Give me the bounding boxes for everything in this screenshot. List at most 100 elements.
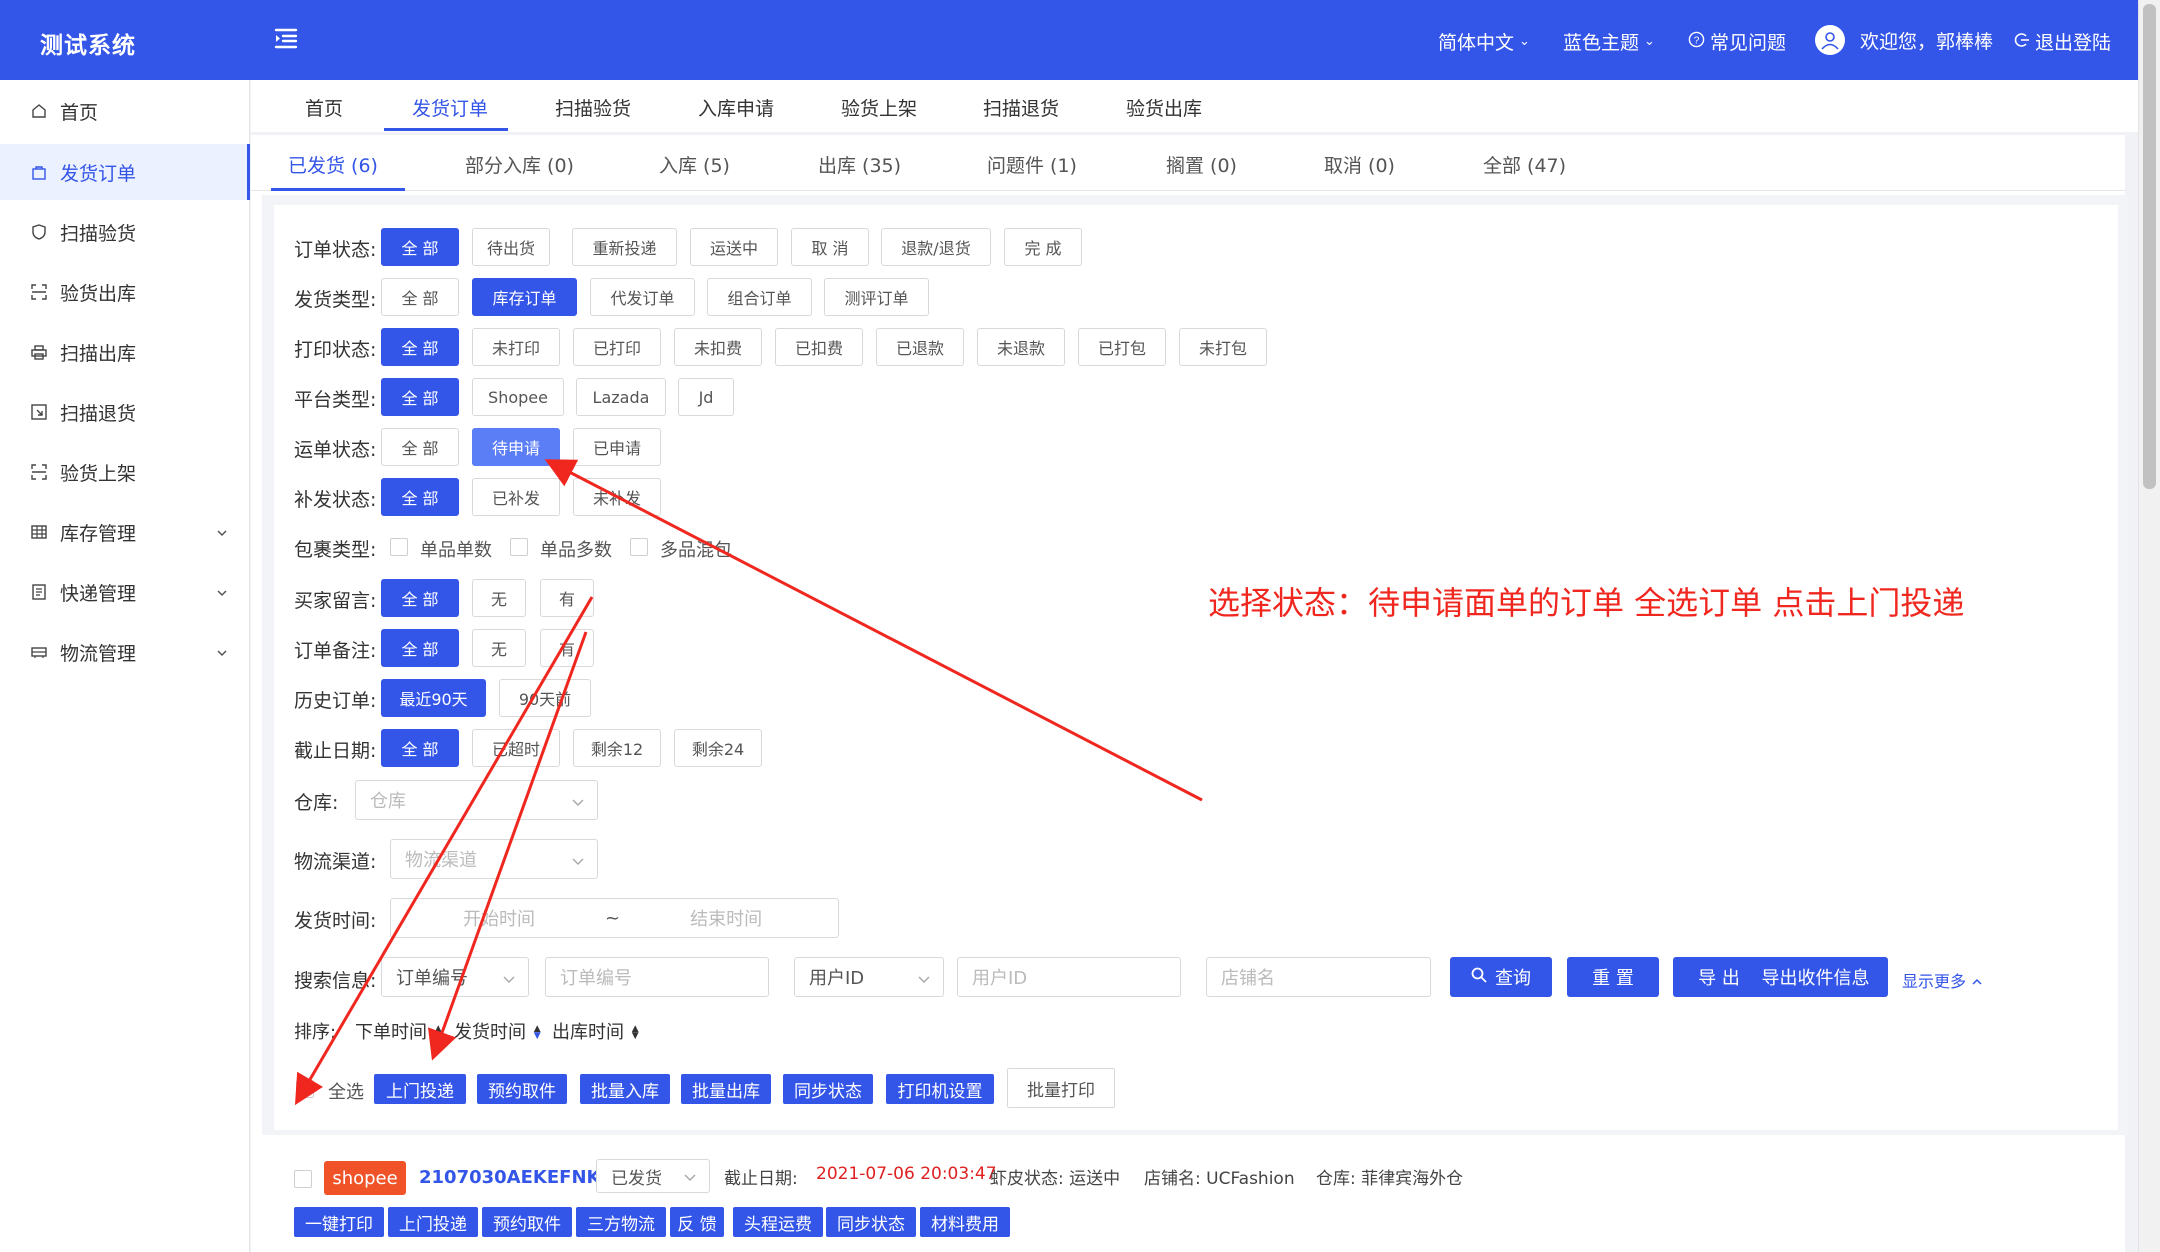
tab-cancelled[interactable]: 取消 (0) [1324, 151, 1395, 178]
print-status-unpacked[interactable]: 未打包 [1179, 328, 1267, 366]
tab-scan-return[interactable]: 扫描退货 [983, 94, 1059, 121]
theme-switcher[interactable]: 蓝色主题 ⌄ [1563, 28, 1655, 55]
order-status-complete[interactable]: 完 成 [1004, 228, 1082, 266]
order-number-link[interactable]: 2107030AEKEFNK [419, 1167, 600, 1188]
order-status-redeliver[interactable]: 重新投递 [572, 228, 677, 266]
tab-outbound[interactable]: 出库 (35) [818, 151, 901, 178]
reset-button[interactable]: 重 置 [1567, 957, 1659, 997]
order-status-cancel[interactable]: 取 消 [791, 228, 869, 266]
tab-shipping-orders[interactable]: 发货订单 [412, 94, 488, 121]
sidebar-item-home[interactable]: 首页 [0, 83, 250, 139]
user-id-input[interactable]: 用户ID [957, 957, 1181, 997]
tab-scan-inspect[interactable]: 扫描验货 [555, 94, 631, 121]
deadline-remaining-24[interactable]: 剩余24 [674, 729, 762, 767]
batch-inbound-button[interactable]: 批量入库 [580, 1074, 670, 1104]
tab-inspect-outbound[interactable]: 验货出库 [1126, 94, 1202, 121]
batch-schedule-pickup-button[interactable]: 预约取件 [477, 1074, 567, 1104]
faq-link[interactable]: ? 常见问题 [1688, 28, 1786, 55]
order-first-leg-freight-button[interactable]: 头程运费 [733, 1207, 823, 1237]
tab-inspect-shelve[interactable]: 验货上架 [841, 94, 917, 121]
package-single-multi-checkbox[interactable] [510, 538, 528, 556]
export-recipient-button[interactable]: 导出收件信息 [1743, 957, 1888, 997]
tab-partial-inbound[interactable]: 部分入库 (0) [465, 151, 574, 178]
sidebar-item-express[interactable]: 快递管理 [0, 564, 250, 620]
batch-print-button[interactable]: 批量打印 [1007, 1068, 1115, 1108]
batch-outbound-button[interactable]: 批量出库 [681, 1074, 771, 1104]
sort-order-time[interactable]: 下单时间 ▲ ▼ [355, 1018, 442, 1044]
batch-door-delivery-button[interactable]: 上门投递 [374, 1074, 466, 1104]
ship-type-stock[interactable]: 库存订单 [472, 278, 577, 316]
sidebar-item-inventory[interactable]: 库存管理 [0, 504, 250, 560]
sidebar-item-inspect-outbound[interactable]: 验货出库 [0, 264, 250, 320]
warehouse-select[interactable]: 仓库 [355, 780, 598, 820]
tab-inbound-request[interactable]: 入库申请 [698, 94, 774, 121]
buyer-message-has[interactable]: 有 [540, 579, 594, 617]
deadline-all[interactable]: 全 部 [381, 729, 459, 767]
print-status-refunded[interactable]: 已退款 [876, 328, 964, 366]
platform-lazada[interactable]: Lazada [576, 378, 666, 416]
ship-type-combo[interactable]: 组合订单 [707, 278, 812, 316]
deadline-overdue[interactable]: 已超时 [472, 729, 560, 767]
printer-settings-button[interactable]: 打印机设置 [886, 1074, 994, 1104]
menu-fold-icon[interactable] [272, 24, 300, 52]
order-remark-has[interactable]: 有 [540, 629, 594, 667]
ship-type-dropship[interactable]: 代发订单 [590, 278, 695, 316]
order-feedback-button[interactable]: 反 馈 [670, 1207, 724, 1237]
package-single-single-checkbox[interactable] [390, 538, 408, 556]
waybill-status-pending-apply[interactable]: 待申请 [472, 428, 560, 466]
waybill-status-all[interactable]: 全 部 [381, 428, 459, 466]
order-status-pending[interactable]: 待出货 [472, 228, 550, 266]
print-status-packed[interactable]: 已打包 [1078, 328, 1166, 366]
print-status-unprinted[interactable]: 未打印 [472, 328, 560, 366]
order-material-fee-button[interactable]: 材料费用 [920, 1207, 1010, 1237]
sidebar-item-inspect-shelve[interactable]: 验货上架 [0, 444, 250, 500]
ship-time-range[interactable]: 开始时间 ~ 结束时间 [390, 898, 839, 938]
ship-type-review[interactable]: 测评订单 [824, 278, 929, 316]
channel-select[interactable]: 物流渠道 [390, 839, 598, 879]
reissue-status-all[interactable]: 全 部 [381, 478, 459, 516]
sidebar-item-logistics[interactable]: 物流管理 [0, 624, 250, 680]
sort-ship-time[interactable]: 发货时间 ▲ ▼ [454, 1018, 541, 1044]
batch-sync-status-button[interactable]: 同步状态 [783, 1074, 873, 1104]
select-all-checkbox[interactable] [296, 1080, 314, 1098]
order-one-click-print-button[interactable]: 一键打印 [294, 1207, 384, 1237]
platform-all[interactable]: 全 部 [381, 378, 459, 416]
deadline-remaining-12[interactable]: 剩余12 [573, 729, 661, 767]
tab-all[interactable]: 全部 (47) [1483, 151, 1566, 178]
shop-name-input[interactable]: 店铺名 [1206, 957, 1431, 997]
platform-jd[interactable]: Jd [678, 378, 734, 416]
tab-home[interactable]: 首页 [305, 94, 343, 121]
reissue-status-reissued[interactable]: 已补发 [472, 478, 560, 516]
history-before-90[interactable]: 90天前 [499, 679, 591, 717]
print-status-all[interactable]: 全 部 [381, 328, 459, 366]
package-multi-mixed-checkbox[interactable] [630, 538, 648, 556]
order-door-delivery-button[interactable]: 上门投递 [388, 1207, 478, 1237]
sidebar-item-scan-return[interactable]: 扫描退货 [0, 384, 250, 440]
show-more-link[interactable]: 显示更多 [1902, 968, 1983, 992]
scrollbar-thumb[interactable] [2143, 4, 2156, 489]
search-field2-select[interactable]: 用户ID [794, 957, 944, 997]
language-switcher[interactable]: 简体中文 ⌄ [1438, 28, 1530, 55]
tab-shipped[interactable]: 已发货 (6) [288, 151, 378, 178]
print-status-printed[interactable]: 已打印 [573, 328, 661, 366]
order-third-party-button[interactable]: 三方物流 [576, 1207, 666, 1237]
order-remark-none[interactable]: 无 [472, 629, 526, 667]
waybill-status-applied[interactable]: 已申请 [573, 428, 661, 466]
print-status-charged[interactable]: 已扣费 [775, 328, 863, 366]
user-menu[interactable]: 欢迎您，郭棒棒 [1815, 25, 1993, 55]
vertical-scrollbar[interactable] [2138, 0, 2160, 1252]
tab-problem[interactable]: 问题件 (1) [987, 151, 1077, 178]
sidebar-item-scan-inspect[interactable]: 扫描验货 [0, 204, 250, 260]
reissue-status-not-reissued[interactable]: 未补发 [573, 478, 661, 516]
print-status-uncharged[interactable]: 未扣费 [674, 328, 762, 366]
query-button[interactable]: 查询 [1450, 957, 1552, 997]
order-remark-all[interactable]: 全 部 [381, 629, 459, 667]
buyer-message-all[interactable]: 全 部 [381, 579, 459, 617]
buyer-message-none[interactable]: 无 [472, 579, 526, 617]
logout-button[interactable]: 退出登陆 [2014, 28, 2111, 55]
tab-on-hold[interactable]: 搁置 (0) [1166, 151, 1237, 178]
print-status-not-refunded[interactable]: 未退款 [977, 328, 1065, 366]
order-no-input[interactable]: 订单编号 [545, 957, 769, 997]
order-sync-status-button[interactable]: 同步状态 [826, 1207, 916, 1237]
search-field1-select[interactable]: 订单编号 [381, 957, 529, 997]
